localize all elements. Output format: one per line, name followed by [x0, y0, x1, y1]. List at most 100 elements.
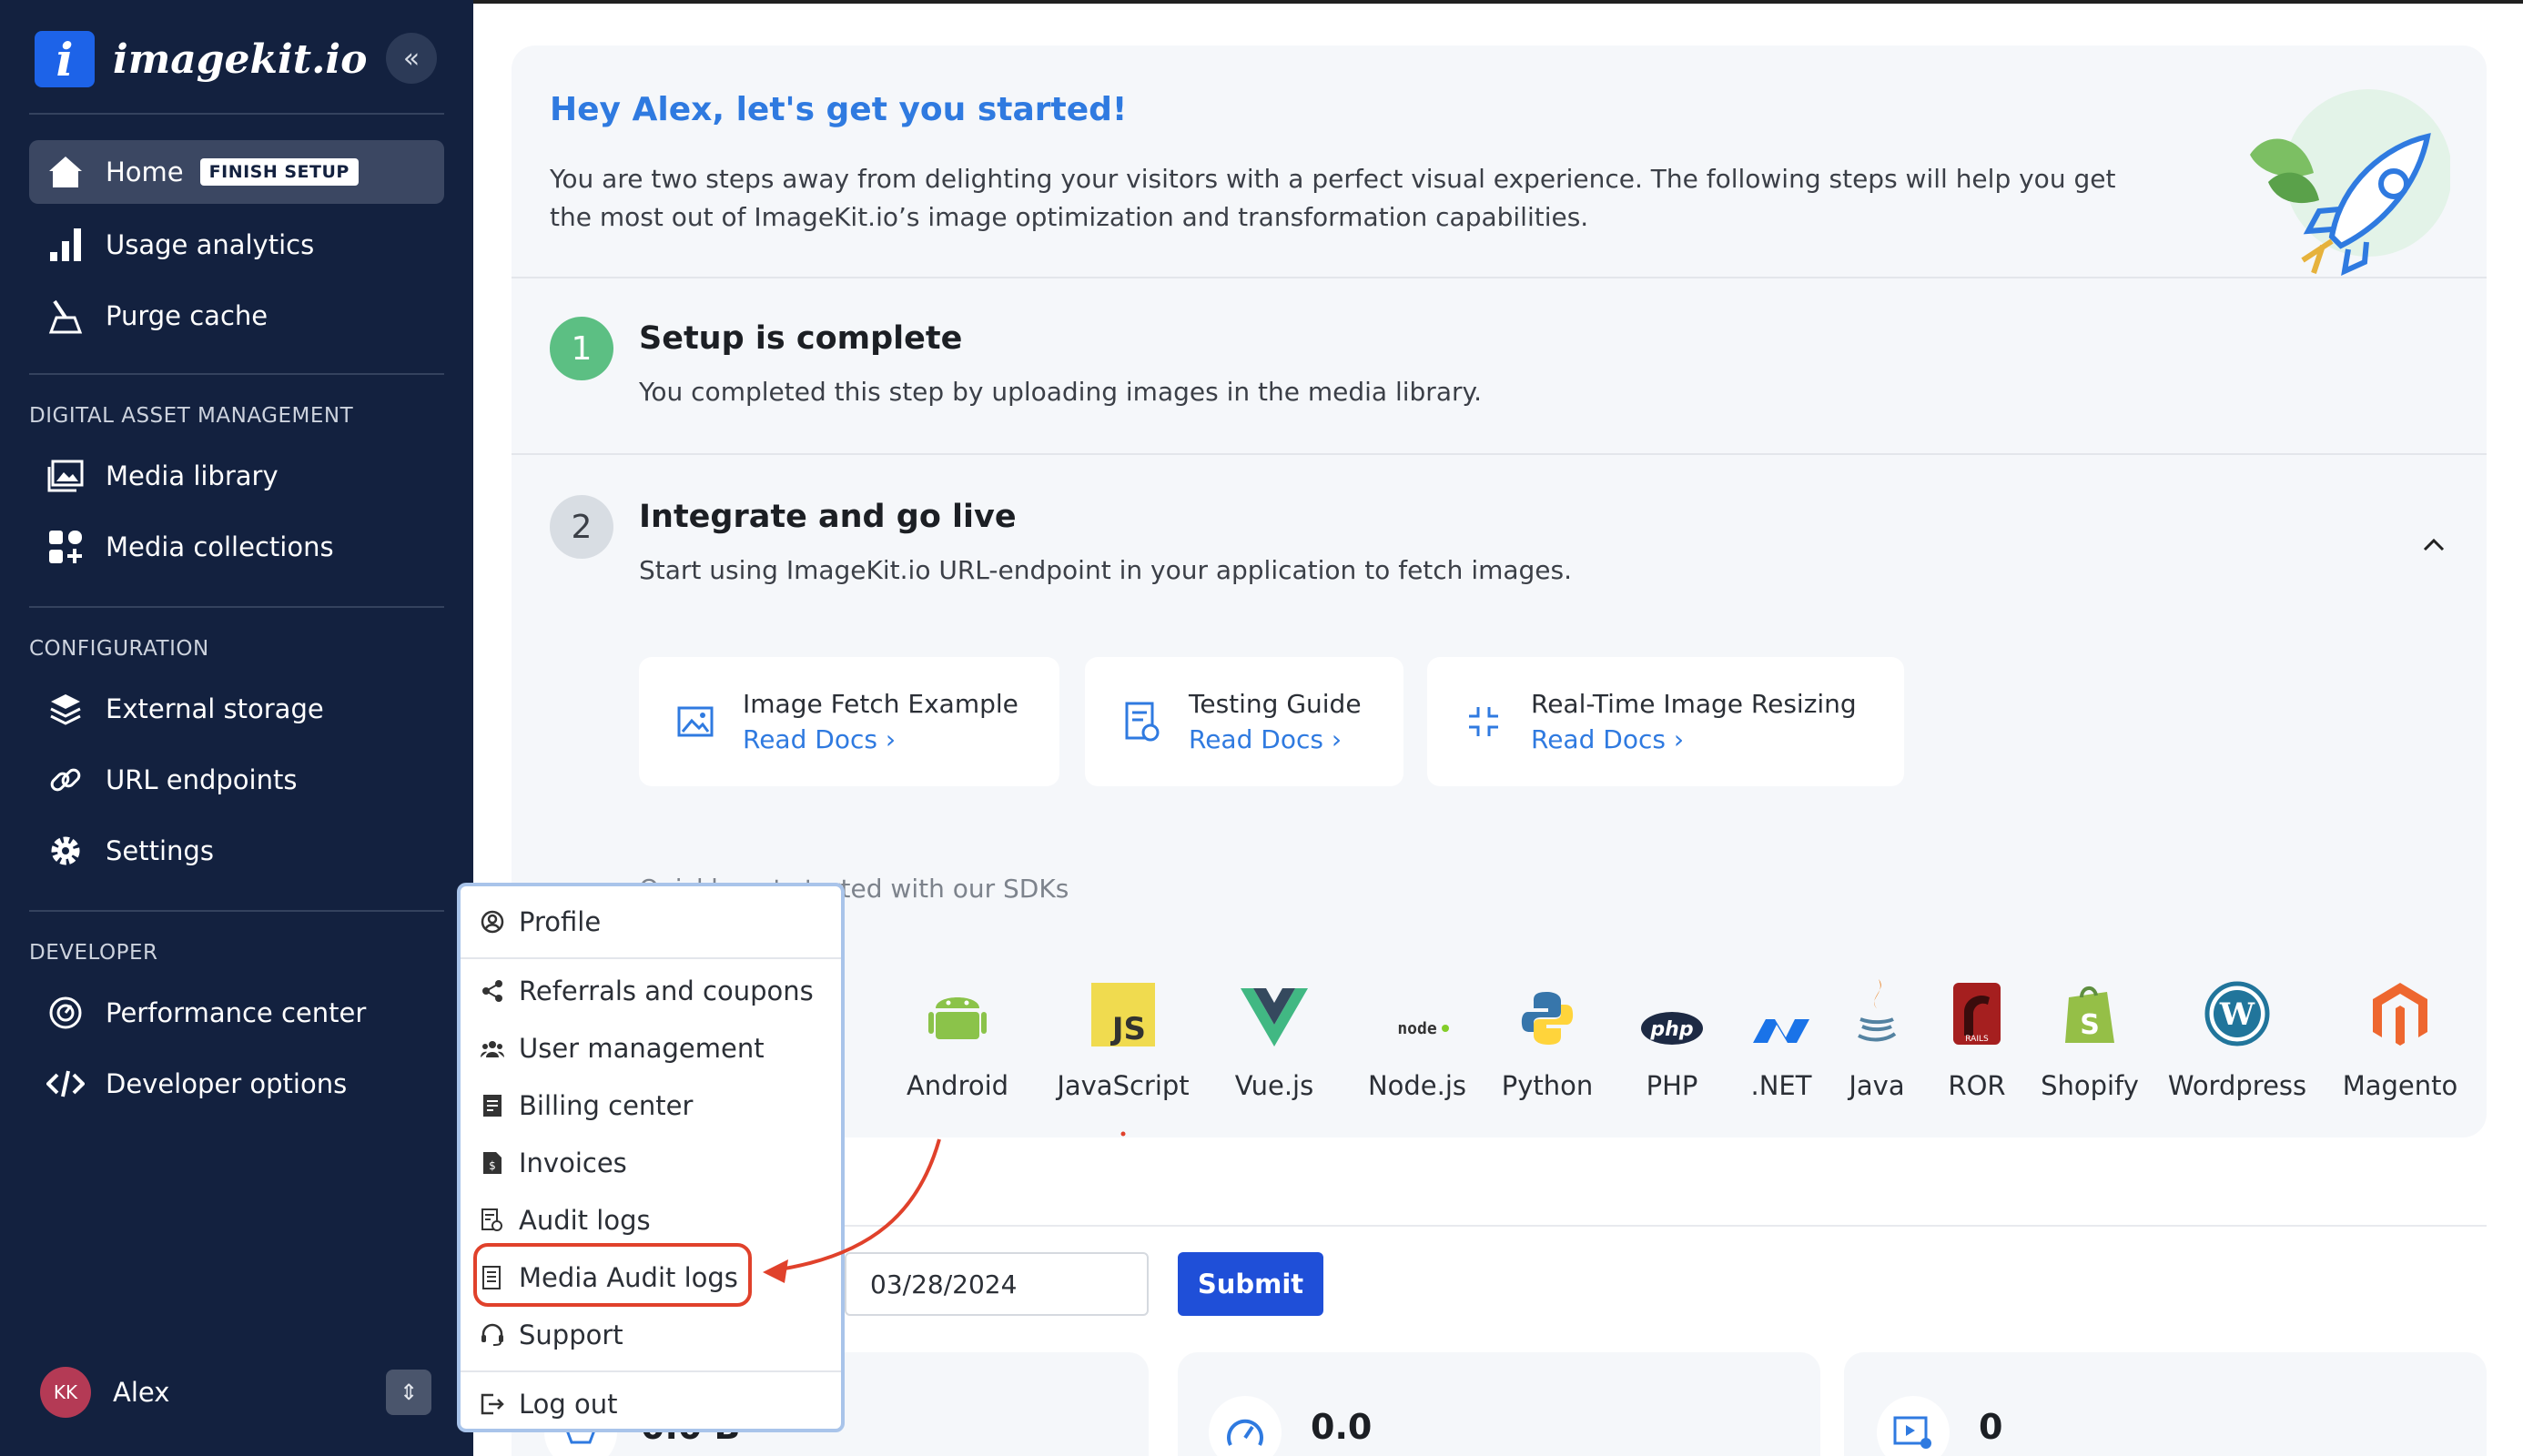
sidebar-item-external-storage[interactable]: External storage — [29, 677, 444, 741]
sdk-name: JavaScript — [1057, 1070, 1190, 1101]
sdk-javascript[interactable]: JS JavaScript — [1041, 956, 1205, 1101]
sdk-name: Android — [906, 1070, 1009, 1101]
gauge-icon — [44, 995, 87, 1031]
billing-icon — [479, 1094, 506, 1117]
sdk-shopify[interactable]: S Shopify — [2026, 956, 2153, 1101]
date-input[interactable]: 03/28/2024 — [845, 1252, 1149, 1316]
read-docs-link[interactable]: Read Docs › — [1531, 724, 1857, 754]
submit-button[interactable]: Submit — [1178, 1252, 1323, 1316]
logout-icon — [479, 1393, 506, 1415]
menu-item-label: Support — [519, 1320, 623, 1350]
menu-item-referrals[interactable]: Referrals and coupons — [479, 968, 814, 1014]
audit-icon — [479, 1208, 506, 1232]
sidebar-item-performance-center[interactable]: Performance center — [29, 981, 444, 1045]
user-name: Alex — [113, 1377, 170, 1408]
sidebar-item-purge-cache[interactable]: Purge cache — [29, 284, 444, 348]
sidebar-item-label: Purge cache — [106, 300, 269, 331]
doc-card-title: Real-Time Image Resizing — [1531, 689, 1857, 719]
collapse-sidebar-button[interactable]: « — [386, 33, 437, 84]
section-title-dam: DIGITAL ASSET MANAGEMENT — [29, 404, 354, 428]
avatar: KK — [40, 1367, 91, 1418]
sdk-ror[interactable]: RAILS ROR — [1931, 956, 2022, 1101]
sdk-vuejs[interactable]: Vue.js — [1211, 956, 1338, 1101]
sdk-name: Python — [1501, 1070, 1594, 1101]
hero-description: You are two steps away from delighting y… — [550, 164, 2116, 232]
section-title-configuration: CONFIGURATION — [29, 637, 209, 661]
sidebar-item-url-endpoints[interactable]: URL endpoints — [29, 748, 444, 812]
sdk-dotnet[interactable]: .NET — [1731, 956, 1831, 1101]
chevron-up-icon[interactable] — [2423, 528, 2445, 558]
highlight-annotation-box — [473, 1243, 752, 1307]
account-dropdown-menu: Profile Referrals and coupons User manag… — [457, 883, 845, 1432]
svg-text:$: $ — [489, 1159, 496, 1172]
sdk-java[interactable]: Java — [1831, 956, 1922, 1101]
speedometer-icon — [1209, 1396, 1282, 1456]
menu-item-label: Invoices — [519, 1148, 627, 1178]
java-icon — [1831, 956, 1922, 1046]
bar-chart-icon — [44, 227, 87, 263]
sidebar-item-label: External storage — [106, 693, 324, 724]
logo[interactable]: i imagekit.io — [35, 31, 367, 87]
stat-card-video: 0 — [1844, 1352, 2487, 1456]
vue-icon — [1211, 956, 1338, 1046]
sdk-nodejs[interactable]: node Node.js — [1349, 956, 1485, 1101]
code-icon — [44, 1067, 87, 1100]
python-icon — [1484, 956, 1611, 1046]
chevron-up-down-icon: ⇕ — [399, 1380, 419, 1405]
headset-icon — [479, 1323, 506, 1347]
sdk-name: .NET — [1750, 1070, 1812, 1101]
doc-card-title: Image Fetch Example — [743, 689, 1018, 719]
sdk-wordpress[interactable]: W Wordpress — [2155, 956, 2319, 1101]
doc-card-testing-guide[interactable]: Testing Guide Read Docs › — [1085, 657, 1403, 786]
sidebar-item-usage-analytics[interactable]: Usage analytics — [29, 213, 444, 277]
doc-card-title: Testing Guide — [1189, 689, 1362, 719]
menu-item-support[interactable]: Support — [479, 1312, 623, 1358]
sidebar-item-home[interactable]: Home FINISH SETUP — [29, 140, 444, 204]
sidebar-item-developer-options[interactable]: Developer options — [29, 1052, 444, 1116]
read-docs-link[interactable]: Read Docs › — [1189, 724, 1362, 754]
sdk-php[interactable]: php PHP — [1622, 956, 1722, 1101]
section-title-developer: DEVELOPER — [29, 941, 158, 965]
sidebar-item-label: Home — [106, 157, 184, 187]
stat-value: 0.0 — [1311, 1407, 1373, 1447]
menu-item-profile[interactable]: Profile — [479, 899, 601, 945]
menu-item-audit-logs[interactable]: Audit logs — [479, 1198, 651, 1243]
user-menu-toggle-button[interactable]: ⇕ — [386, 1370, 431, 1415]
sidebar-divider — [29, 606, 444, 608]
menu-item-label: Referrals and coupons — [519, 976, 814, 1006]
layers-icon — [44, 691, 87, 727]
sidebar-item-label: Media collections — [106, 531, 334, 562]
resize-icon — [1464, 702, 1504, 742]
step-1-number: 1 — [550, 317, 613, 380]
sdk-name: Java — [1849, 1070, 1905, 1101]
doc-card-image-fetch[interactable]: Image Fetch Example Read Docs › — [639, 657, 1059, 786]
grid-plus-icon — [44, 529, 87, 565]
sdk-magento[interactable]: Magento — [2323, 956, 2477, 1101]
menu-item-label: Log out — [519, 1389, 618, 1420]
shopify-icon: S — [2026, 956, 2153, 1046]
read-docs-link[interactable]: Read Docs › — [743, 724, 1018, 754]
sdk-name: Node.js — [1367, 1070, 1467, 1101]
sidebar-item-media-library[interactable]: Media library — [29, 444, 444, 508]
sidebar-item-settings[interactable]: Settings — [29, 819, 444, 883]
step-2-description: Start using ImageKit.io URL-endpoint in … — [639, 555, 1573, 585]
sidebar-item-media-collections[interactable]: Media collections — [29, 515, 444, 579]
menu-divider — [461, 957, 841, 959]
step-2-title[interactable]: Integrate and go live — [639, 499, 1017, 535]
svg-text:php: php — [1649, 1018, 1693, 1041]
sidebar-item-label: Media library — [106, 460, 279, 491]
sdk-android[interactable]: Android — [885, 956, 1030, 1101]
doc-card-realtime-resizing[interactable]: Real-Time Image Resizing Read Docs › — [1427, 657, 1904, 786]
user-menu-trigger[interactable]: KK Alex — [40, 1367, 169, 1418]
section-divider — [512, 453, 2487, 455]
sdk-python[interactable]: Python — [1484, 956, 1611, 1101]
menu-item-label: Audit logs — [519, 1205, 651, 1236]
menu-item-billing-center[interactable]: Billing center — [479, 1083, 693, 1128]
sdk-name: Shopify — [2041, 1070, 2139, 1101]
menu-item-log-out[interactable]: Log out — [479, 1381, 618, 1427]
menu-item-label: Billing center — [519, 1090, 694, 1121]
menu-item-label: Profile — [519, 906, 602, 937]
page-title: Hey Alex, let's get you started! — [550, 91, 1128, 128]
menu-item-invoices[interactable]: $ Invoices — [479, 1140, 627, 1186]
menu-item-user-management[interactable]: User management — [479, 1026, 765, 1071]
